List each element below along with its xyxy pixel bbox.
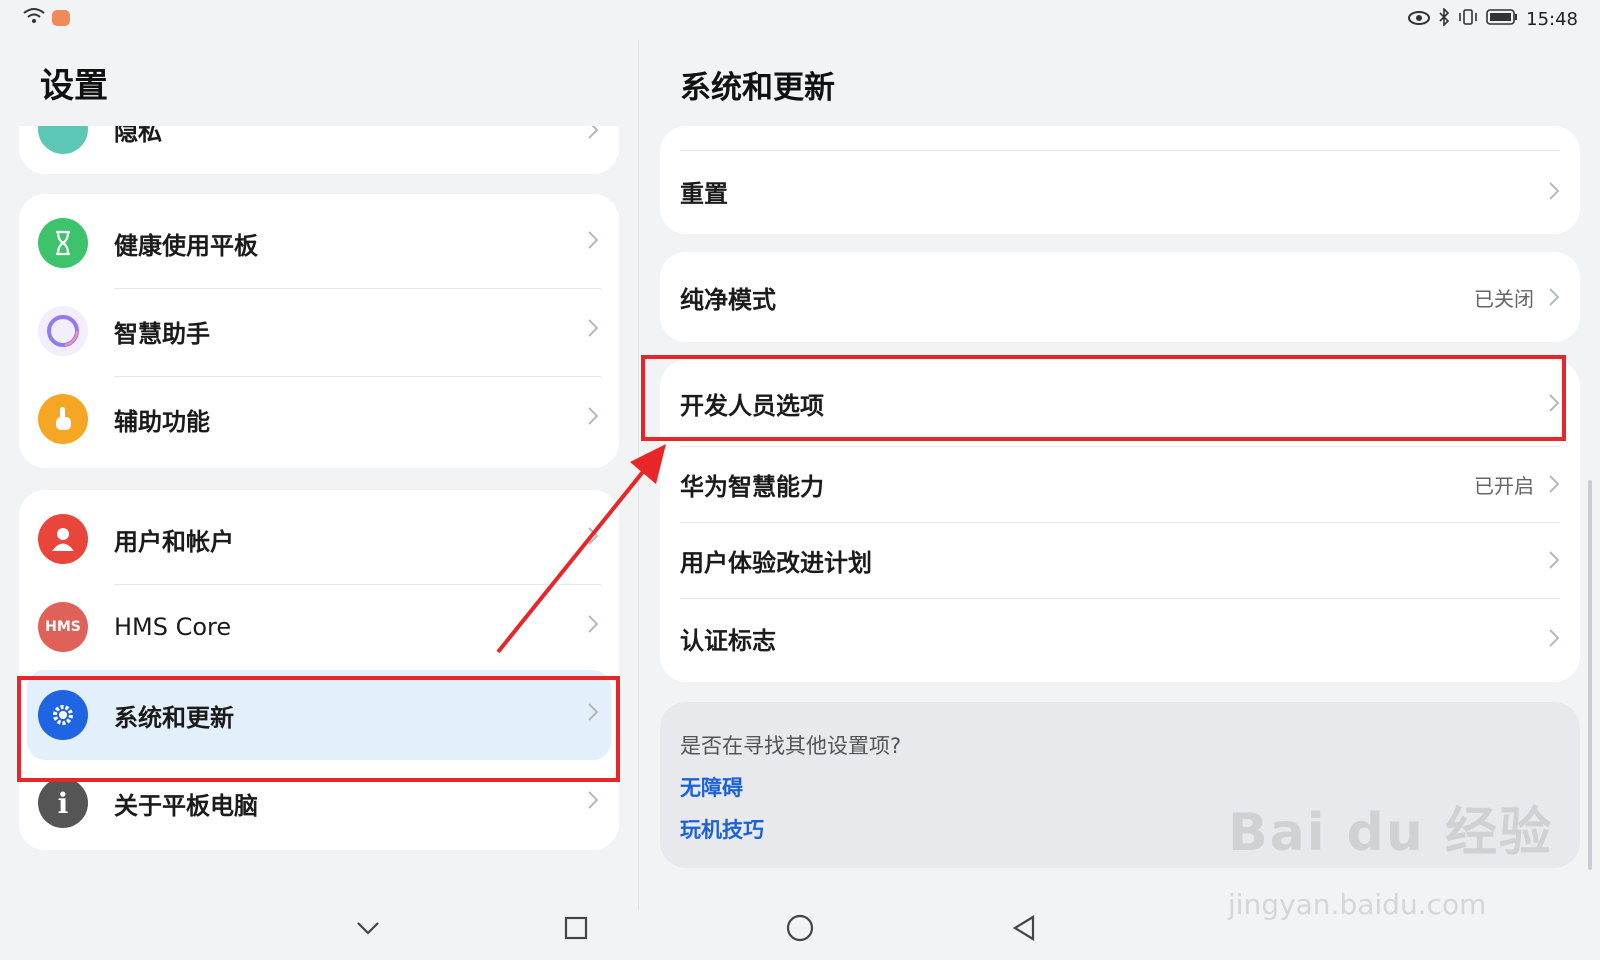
eye-comfort-icon bbox=[1408, 9, 1431, 30]
clock: 15:48 bbox=[1526, 9, 1578, 30]
reset-card: 重置 bbox=[660, 126, 1580, 234]
settings-group-1: 健康使用平板 智慧助手 辅助功能 bbox=[19, 194, 619, 468]
battery-icon bbox=[1486, 9, 1518, 30]
huawei-ai-label: 华为智慧能力 bbox=[680, 472, 824, 501]
chevron-right-icon bbox=[587, 790, 599, 810]
bluetooth-icon bbox=[1438, 7, 1450, 31]
vibrate-icon bbox=[1458, 8, 1478, 31]
sidebar-item-smart-assistant[interactable]: 智慧助手 bbox=[19, 286, 619, 376]
assistant-ring-icon bbox=[38, 306, 88, 356]
huawei-ai-status: 已开启 bbox=[1474, 473, 1534, 498]
privacy-icon bbox=[38, 126, 88, 154]
sidebar-item-label: 辅助功能 bbox=[114, 407, 210, 436]
user-experience-label: 用户体验改进计划 bbox=[680, 548, 872, 577]
partial-card: 隐私 bbox=[19, 126, 619, 174]
message-notification-icon bbox=[52, 10, 70, 26]
collapse-chevron-down-icon[interactable] bbox=[348, 908, 388, 948]
status-bar: 15:48 bbox=[0, 0, 1600, 36]
chevron-right-icon bbox=[587, 126, 599, 140]
pure-mode-status: 已关闭 bbox=[1474, 286, 1534, 311]
user-experience-item[interactable]: 用户体验改进计划 bbox=[660, 522, 1580, 598]
huawei-ai-item[interactable]: 华为智慧能力 已开启 bbox=[660, 446, 1580, 522]
hand-pointer-icon bbox=[38, 394, 88, 444]
chevron-right-icon bbox=[1548, 550, 1560, 570]
sidebar-item-privacy[interactable]: 隐私 bbox=[114, 126, 162, 147]
sidebar-item-label: 智慧助手 bbox=[114, 319, 210, 348]
annotation-arrow bbox=[496, 444, 666, 654]
sidebar-item-health[interactable]: 健康使用平板 bbox=[19, 198, 619, 288]
link-tips[interactable]: 玩机技巧 bbox=[680, 814, 764, 844]
search-hint-question: 是否在寻找其他设置项? bbox=[680, 734, 902, 758]
page-title: 系统和更新 bbox=[680, 70, 835, 106]
highlight-box-system-update bbox=[17, 676, 620, 782]
hourglass-icon bbox=[38, 218, 88, 268]
pure-mode-label: 纯净模式 bbox=[680, 285, 776, 314]
chevron-right-icon bbox=[1548, 474, 1560, 494]
highlight-box-developer-options bbox=[641, 355, 1566, 441]
chevron-right-icon bbox=[587, 230, 599, 250]
info-icon: i bbox=[38, 778, 88, 828]
wifi-icon bbox=[22, 6, 46, 30]
chevron-right-icon bbox=[1548, 628, 1560, 648]
chevron-right-icon bbox=[587, 406, 599, 426]
chevron-right-icon bbox=[1548, 287, 1560, 307]
navigation-bar bbox=[0, 900, 1600, 960]
back-triangle-icon[interactable] bbox=[1004, 908, 1044, 948]
settings-title: 设置 bbox=[40, 66, 108, 106]
chevron-right-icon bbox=[587, 318, 599, 338]
user-icon bbox=[38, 514, 88, 564]
home-circle-icon[interactable] bbox=[780, 908, 820, 948]
watermark-logo: Bai du 经验 bbox=[1228, 803, 1553, 863]
pure-mode-item[interactable]: 纯净模式 已关闭 bbox=[660, 252, 1580, 342]
scrollbar[interactable] bbox=[1588, 480, 1592, 870]
certification-label: 认证标志 bbox=[680, 626, 776, 655]
sidebar-item-label: HMS Core bbox=[114, 613, 232, 641]
reset-label: 重置 bbox=[680, 179, 728, 208]
pure-mode-card: 纯净模式 已关闭 bbox=[660, 252, 1580, 342]
sidebar-item-label: 用户和帐户 bbox=[114, 527, 234, 556]
sidebar-item-label: 健康使用平板 bbox=[114, 231, 258, 260]
hms-icon: HMS bbox=[38, 602, 88, 652]
link-accessibility[interactable]: 无障碍 bbox=[680, 772, 743, 802]
reset-item[interactable]: 重置 bbox=[660, 150, 1580, 232]
certification-item[interactable]: 认证标志 bbox=[660, 598, 1580, 678]
sidebar-item-label: 关于平板电脑 bbox=[114, 791, 258, 820]
recent-apps-square-icon[interactable] bbox=[556, 908, 596, 948]
chevron-right-icon bbox=[1548, 181, 1560, 201]
